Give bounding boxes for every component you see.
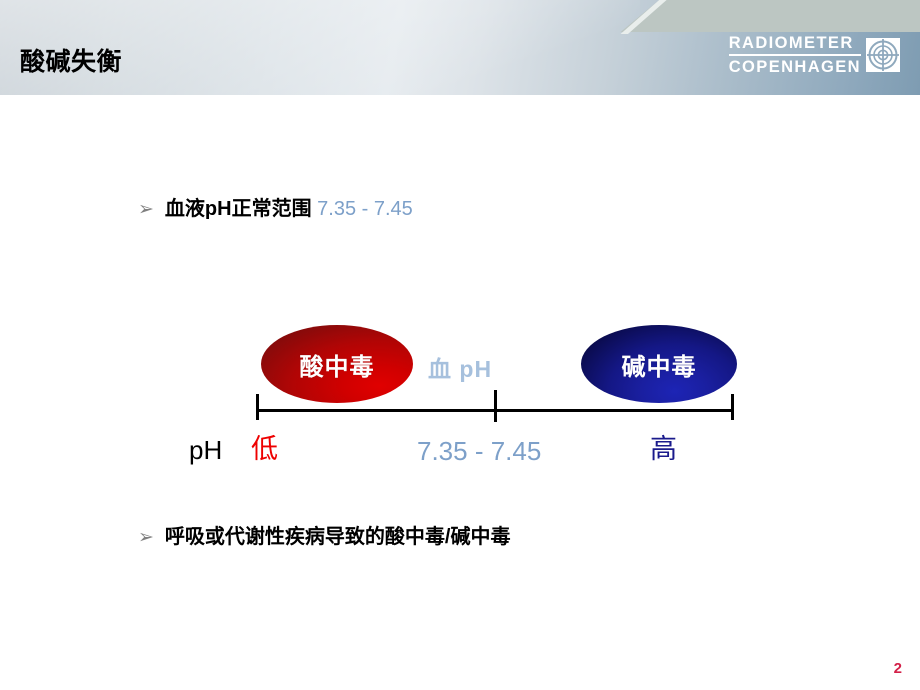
ph-scale-axis-title: pH bbox=[189, 435, 223, 465]
brand-logo-line-radiometer: RADIOMETER bbox=[728, 34, 854, 52]
brand-logo-divider bbox=[728, 54, 861, 56]
bullet-value-ph-range: 7.35 - 7.45 bbox=[317, 198, 413, 220]
ph-scale-label-low: 低 bbox=[251, 434, 278, 464]
alkalosis-ellipse: 碱中毒 bbox=[581, 325, 737, 403]
ph-scale-tick-middle bbox=[494, 390, 497, 422]
page-title: 酸碱失衡 bbox=[20, 48, 123, 76]
slide-canvas: 酸碱失衡 RADIOMETER COPENHAGEN ➢ 血液pH正常范围 7.… bbox=[0, 0, 920, 690]
brand-logo-wordmark: RADIOMETER COPENHAGEN bbox=[728, 34, 861, 76]
ph-scale-label-high: 高 bbox=[650, 434, 677, 464]
slide-page-number: 2 bbox=[893, 660, 902, 677]
bullet-item-ph-range: ➢ 血液pH正常范围 7.35 - 7.45 bbox=[138, 197, 413, 221]
ph-scale-tick-left bbox=[256, 394, 259, 420]
blood-ph-caption: 血 pH bbox=[428, 356, 493, 382]
ph-scale-tick-right bbox=[731, 394, 734, 420]
alkalosis-ellipse-label: 碱中毒 bbox=[621, 353, 697, 381]
bullet-item-causes: ➢ 呼吸或代谢性疾病导致的酸中毒/碱中毒 bbox=[138, 525, 510, 549]
bullet-label-ph-range: 血液pH正常范围 bbox=[164, 198, 318, 220]
acidosis-ellipse: 酸中毒 bbox=[261, 325, 413, 403]
brand-logo-line-copenhagen: COPENHAGEN bbox=[728, 57, 861, 76]
acidosis-ellipse-label: 酸中毒 bbox=[299, 353, 375, 381]
bullet-arrow-icon: ➢ bbox=[138, 199, 154, 220]
ph-scale-label-normal-range: 7.35 - 7.45 bbox=[417, 436, 542, 466]
brand-logo: RADIOMETER COPENHAGEN bbox=[728, 34, 900, 76]
radiometer-circle-emblem-icon bbox=[866, 38, 900, 72]
bullet-text-ph-range: 血液pH正常范围 7.35 - 7.45 bbox=[165, 197, 413, 221]
bullet-text-causes: 呼吸或代谢性疾病导致的酸中毒/碱中毒 bbox=[164, 526, 511, 548]
bullet-arrow-icon: ➢ bbox=[138, 527, 154, 548]
